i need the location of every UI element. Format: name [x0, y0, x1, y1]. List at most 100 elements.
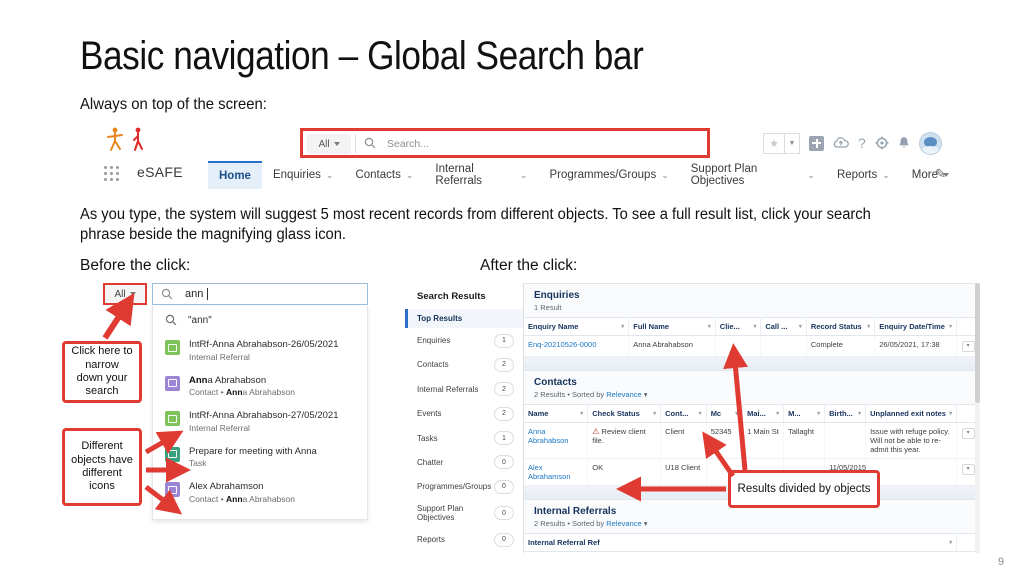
favorites-dropdown-icon[interactable]: ▼: [784, 132, 800, 154]
enquiries-results-card: Enquiries 1 Result Enquiry Name ▾ Full Na…: [524, 283, 980, 357]
column-header[interactable]: Enquiry Name ▾: [524, 317, 630, 336]
table-row[interactable]: Enq-20210526-0000 Anna Abrahabson Comple…: [524, 335, 980, 357]
app-name-label: eSAFE: [137, 164, 183, 180]
contact-link[interactable]: Alex Abrahamson: [528, 463, 571, 481]
cell-enquiry-name[interactable]: Enq-20210526-0000: [524, 335, 630, 357]
suggestion-title: IntRf-Anna Abrahabson-27/05/2021: [189, 410, 339, 421]
column-header[interactable]: M... ▾: [783, 404, 826, 423]
column-header[interactable]: Full Name ▾: [628, 317, 716, 336]
list-item[interactable]: Prepare for meeting with Anna Task: [153, 440, 367, 476]
setup-gear-icon[interactable]: [875, 136, 889, 150]
column-header[interactable]: Clie... ▾: [715, 317, 762, 336]
nav-tab-support-plan-objectives[interactable]: Support Plan Objectives ⌄: [680, 162, 826, 188]
edit-pencil-icon[interactable]: ✎: [935, 166, 946, 182]
nav-tab-programmes-groups[interactable]: Programmes/Groups ⌄: [538, 162, 679, 188]
cell-name[interactable]: Alex Abrahamson: [524, 458, 589, 486]
sort-link[interactable]: Relevance: [606, 390, 641, 399]
sidebar-item-reports[interactable]: Reports 0: [405, 527, 523, 551]
suggestion-quoted-query[interactable]: "ann": [153, 306, 367, 333]
column-header[interactable]: Call ... ▾: [760, 317, 807, 336]
nav-tab-reports[interactable]: Reports ⌄: [826, 162, 901, 188]
sidebar-item-contacts[interactable]: Contacts 2: [405, 353, 523, 377]
column-header[interactable]: Name ▾: [524, 404, 589, 423]
sidebar-item-label: Chatter: [417, 457, 444, 467]
add-icon[interactable]: [809, 135, 824, 151]
sidebar-item-tasks[interactable]: Tasks 1: [405, 426, 523, 450]
list-item[interactable]: IntRf-Anna Abrahabson-26/05/2021 Interna…: [153, 333, 367, 369]
favorites-button[interactable]: ★ ▼: [763, 132, 800, 154]
user-avatar[interactable]: [918, 131, 942, 155]
list-item[interactable]: IntRf-Anna Abrahabson-27/05/2021 Interna…: [153, 404, 367, 440]
nav-tab-label: Programmes/Groups: [549, 169, 657, 181]
cell-full-name: Anna Abrahabson: [628, 335, 716, 357]
nav-tab-home[interactable]: Home: [208, 161, 262, 189]
sidebar-item-chatter[interactable]: Chatter 0: [405, 450, 523, 474]
nav-tab-label: Internal Referrals: [435, 163, 483, 187]
callout-narrow-search: Click here to narrow down your search: [62, 341, 142, 403]
table-header-row: Name ▾ Check Status ▾ Cont... ▾ Mc ▾ Mai... ▾…: [524, 404, 980, 423]
quoted-query-text: "ann": [188, 314, 212, 326]
help-icon[interactable]: ?: [858, 136, 866, 150]
sidebar-item-events[interactable]: Events 2: [405, 402, 523, 426]
sidebar-item-internal-referrals[interactable]: Internal Referrals 2: [405, 377, 523, 401]
cell-birthdate: [824, 422, 867, 459]
search-suggestions-dropdown[interactable]: "ann" IntRf-Anna Abrahabson-26/05/2021 I…: [152, 306, 368, 520]
list-item[interactable]: Alex Abrahamson Contact • Anna Abrahabso…: [153, 475, 367, 511]
global-search-bar[interactable]: All Search...: [300, 128, 710, 158]
column-header[interactable]: Mc ▾: [706, 404, 744, 423]
sidebar-item-count: 0: [494, 506, 514, 521]
internal-referrals-table: Internal Referral Ref▾ IntRf-Anna Abraha…: [524, 533, 980, 553]
cell-name[interactable]: Anna Abrahabson: [524, 422, 589, 459]
favorites-star-icon[interactable]: ★: [763, 132, 784, 154]
search-divider: [355, 134, 356, 153]
nav-tab-label: Home: [219, 170, 251, 182]
cell-internal-referral-ref[interactable]: IntRf-Anna Abrahabson-26/05/2021: [524, 551, 958, 553]
nav-tab-enquiries[interactable]: Enquiries ⌄: [262, 162, 345, 188]
sidebar-item-label: Programmes/Groups: [417, 482, 492, 492]
chevron-down-icon: ▾: [949, 411, 953, 417]
column-header[interactable]: Enquiry Date/Time ▾: [874, 317, 958, 336]
cell-record-status: Complete: [806, 335, 876, 357]
contact-link[interactable]: Anna Abrahabson: [528, 427, 568, 445]
column-header[interactable]: Birth... ▾: [824, 404, 867, 423]
scrollbar-thumb[interactable]: [975, 283, 980, 403]
sidebar-item-dashboards[interactable]: Dashboards 0: [405, 552, 523, 553]
column-header[interactable]: Check Status ▾: [587, 404, 662, 423]
before-search-input[interactable]: ann: [152, 283, 368, 305]
column-header[interactable]: Mai... ▾: [742, 404, 785, 423]
list-item[interactable]: Anna Abrahabson Contact • Anna Abrahabso…: [153, 369, 367, 405]
column-header[interactable]: Internal Referral Ref ▾: [524, 533, 958, 552]
before-search-scope-selector[interactable]: All: [103, 283, 147, 305]
page-title: Basic navigation – Global Search bar: [80, 34, 644, 78]
sidebar-item-top-results[interactable]: Top Results: [405, 309, 523, 329]
table-row[interactable]: IntRf-Anna Abrahabson-26/05/2021 ▾: [524, 551, 980, 553]
sidebar-item-enquiries[interactable]: Enquiries 1: [405, 328, 523, 352]
app-launcher-icon[interactable]: [104, 166, 120, 182]
column-header[interactable]: Unplanned exit notes ▾: [865, 404, 958, 423]
search-scope-selector[interactable]: All: [307, 134, 351, 154]
sidebar-item-programmes-groups[interactable]: Programmes/Groups 0: [405, 475, 523, 499]
contact-icon: [165, 375, 180, 391]
suggestion-subtitle: Contact • Anna Abrahabson: [189, 493, 295, 504]
table-row[interactable]: Anna Abrahabson ⚠ Review client file. Cl…: [524, 422, 980, 459]
navigation-tabs: Home Enquiries ⌄ Contacts ⌄ Internal Ref…: [208, 161, 960, 189]
search-input-placeholder[interactable]: Search...: [387, 138, 429, 150]
column-header[interactable]: Cont... ▾: [660, 404, 707, 423]
sidebar-item-support-plan-objectives[interactable]: Support Plan Objectives 0: [405, 499, 523, 527]
cell-client: [715, 335, 762, 357]
nav-tab-more[interactable]: More: [901, 162, 960, 188]
cloud-upload-icon[interactable]: [833, 136, 849, 150]
cell-check-status: ⚠ Review client file.: [587, 422, 662, 459]
nav-tab-contacts[interactable]: Contacts ⌄: [344, 162, 424, 188]
sort-link[interactable]: Relevance: [606, 519, 641, 528]
sidebar-item-count: 2: [494, 382, 514, 397]
enquiry-link[interactable]: Enq-20210526-0000: [528, 340, 596, 349]
column-header[interactable]: Record Status ▾: [806, 317, 876, 336]
nav-tab-internal-referrals[interactable]: Internal Referrals ⌄: [424, 162, 538, 188]
task-icon: [165, 446, 180, 462]
results-scrollbar[interactable]: [975, 283, 980, 553]
cell-unplanned-exit-notes: Issue with refuge policy. Will not be ab…: [865, 422, 958, 459]
chevron-down-icon: ▾: [735, 411, 739, 417]
notifications-bell-icon[interactable]: [898, 136, 910, 150]
after-click-label: After the click:: [480, 257, 578, 274]
